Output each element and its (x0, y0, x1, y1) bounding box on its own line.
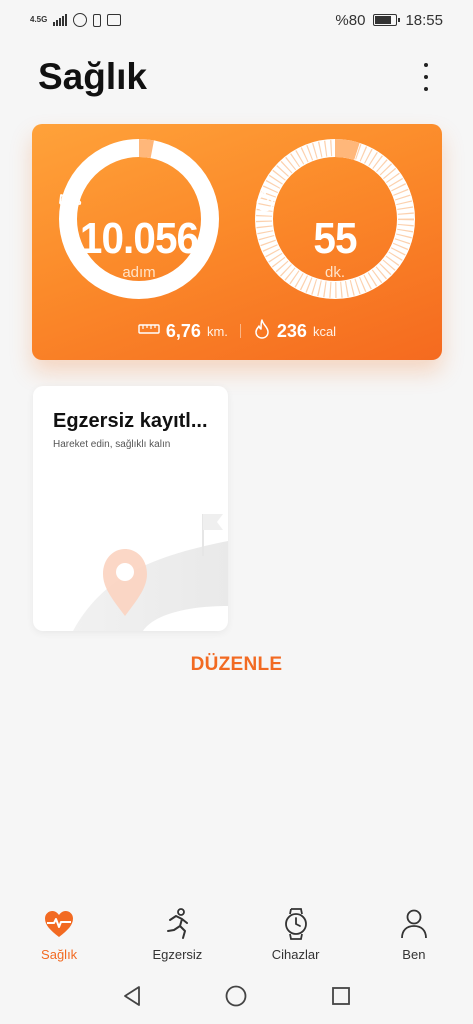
edit-button[interactable]: DÜZENLE (0, 654, 473, 676)
battery-percent: %80 (335, 11, 366, 29)
gallery-icon (107, 14, 122, 26)
network-type: 4.5G (30, 15, 48, 24)
exercise-card-title: Egzersiz kayıtl... (53, 410, 208, 432)
system-navigation-bar (0, 972, 473, 1020)
distance-value: 6,76 (165, 320, 201, 341)
minutes-unit: dk. (324, 264, 345, 281)
minutes-value: 55 (313, 214, 357, 263)
home-icon[interactable] (224, 984, 248, 1008)
status-left: 4.5G (30, 13, 122, 27)
calories-value: 236 (276, 320, 307, 341)
tab-ben-label: Ben (402, 947, 426, 962)
status-bar: 4.5G %80 18:55 (0, 0, 473, 40)
steps-unit: adım (122, 264, 156, 281)
tab-egzersiz-label: Egzersiz (152, 947, 203, 962)
page-title: Sağlık (38, 56, 147, 97)
tab-egzersiz[interactable]: Egzersiz (127, 895, 227, 962)
exercise-records-card[interactable]: Egzersiz kayıtl... Hareket edin, sağlıkl… (33, 386, 228, 631)
recents-icon[interactable] (329, 984, 353, 1008)
signal-icon (53, 14, 68, 26)
steps-value: 10.056 (79, 214, 199, 263)
minutes-ring[interactable]: 55 dk. (254, 138, 416, 300)
flame-icon (253, 318, 271, 344)
distance-unit: km. (206, 323, 228, 339)
tab-saglik-label: Sağlık (41, 947, 78, 962)
distance-calories-row: 6,76 km. 236 kcal (32, 318, 442, 344)
tab-cihazlar-label: Cihazlar (271, 947, 320, 962)
steps-ring[interactable]: 10.056 adım (58, 138, 220, 300)
tab-ben[interactable]: Ben (364, 895, 464, 962)
bottom-tab-bar: Sağlık Egzersiz Cihazlar Ben (0, 895, 473, 965)
back-icon[interactable] (120, 984, 144, 1008)
distance-metric: 6,76 km. (138, 321, 228, 342)
activity-summary-card[interactable]: 10.056 adım 55 dk. 6,76 km. 236 kcal (32, 124, 442, 360)
metric-divider (239, 324, 241, 338)
watch-icon (284, 908, 307, 940)
calories-metric: 236 kcal (253, 318, 337, 344)
route-illustration (33, 486, 228, 631)
calories-unit: kcal (312, 323, 337, 339)
tab-cihazlar[interactable]: Cihazlar (246, 895, 346, 962)
running-icon (167, 908, 189, 939)
clock: 18:55 (405, 11, 443, 29)
alarm-icon (73, 13, 88, 27)
person-icon (400, 909, 427, 939)
battery-icon (373, 14, 401, 26)
more-vertical-icon[interactable] (416, 60, 436, 94)
exercise-card-subtitle: Hareket edin, sağlıklı kalın (53, 439, 171, 450)
tab-saglik[interactable]: Sağlık (9, 895, 109, 962)
status-right: %80 18:55 (335, 12, 443, 29)
heart-pulse-icon (45, 911, 74, 937)
vibrate-icon (93, 13, 102, 27)
ruler-icon (138, 322, 160, 340)
